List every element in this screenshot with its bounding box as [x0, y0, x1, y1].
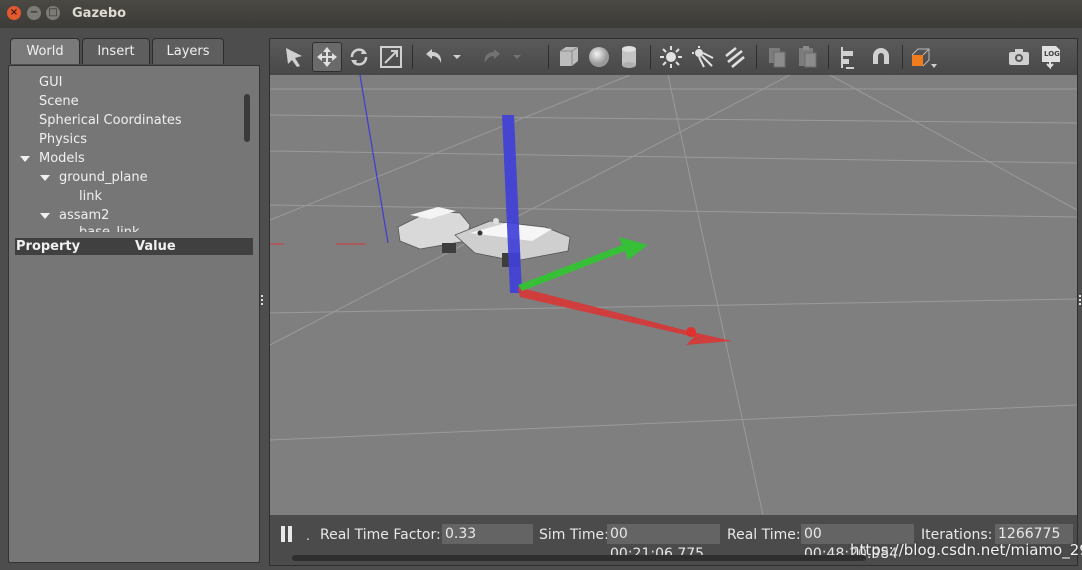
- main-area: World Insert Layers GUI Scene Spherical …: [0, 28, 1082, 570]
- world-panel: GUI Scene Spherical Coordinates Physics …: [8, 65, 260, 563]
- left-splitter-handle[interactable]: [260, 294, 264, 306]
- render-viewport[interactable]: LOG . Real Time Factor: 0.33 Sim Time: 0…: [269, 38, 1078, 566]
- spot-light-icon[interactable]: [688, 42, 718, 72]
- select-arrow-icon[interactable]: [280, 42, 310, 72]
- log-icon[interactable]: LOG: [1036, 42, 1066, 72]
- wheel: [442, 243, 456, 253]
- tab-insert[interactable]: Insert: [82, 38, 150, 64]
- tree-item-spherical-coordinates[interactable]: Spherical Coordinates: [39, 111, 182, 130]
- expand-arrow-icon[interactable]: [40, 213, 50, 219]
- tree-item-base-link[interactable]: base_link: [79, 223, 139, 232]
- view-angle-icon[interactable]: [908, 42, 938, 72]
- step-indicator[interactable]: .: [306, 529, 310, 543]
- toolbar-separator: [756, 45, 757, 69]
- translate-icon[interactable]: [312, 42, 342, 72]
- 3d-scene[interactable]: [270, 75, 1077, 515]
- toolbar-separator: [548, 45, 549, 69]
- pause-icon[interactable]: [280, 525, 294, 547]
- maximize-window-button[interactable]: □: [46, 6, 60, 20]
- close-window-button[interactable]: ×: [7, 6, 21, 20]
- redo-icon[interactable]: [478, 42, 508, 72]
- box-icon[interactable]: [554, 42, 584, 72]
- cylinder-icon[interactable]: [614, 42, 644, 72]
- scale-icon[interactable]: [376, 42, 406, 72]
- toolbar-separator: [650, 45, 651, 69]
- watermark: https://blog.csdn.net/miamo_29: [850, 541, 1082, 559]
- real-time-factor-label: Real Time Factor:: [320, 527, 441, 543]
- tab-world[interactable]: World: [10, 38, 80, 64]
- point-light-icon[interactable]: [656, 42, 686, 72]
- tree-item-physics[interactable]: Physics: [39, 130, 87, 149]
- tree-scrollbar[interactable]: [244, 94, 250, 142]
- status-scrollbar[interactable]: [292, 555, 866, 561]
- right-splitter-handle[interactable]: [1078, 294, 1082, 306]
- property-column-header: Property: [16, 239, 81, 254]
- property-header: Property Value: [15, 238, 253, 255]
- real-time-factor-value: 0.33: [442, 524, 533, 544]
- undo-dropdown-icon[interactable]: [450, 42, 464, 72]
- undo-icon[interactable]: [418, 42, 448, 72]
- tree-item-models[interactable]: Models: [39, 149, 85, 168]
- sim-time-value: 00 00:21:06.775: [607, 524, 720, 562]
- snap-icon[interactable]: [866, 42, 896, 72]
- tree-item-ground-plane[interactable]: ground_plane: [59, 168, 148, 187]
- expand-arrow-icon[interactable]: [20, 156, 30, 162]
- expand-arrow-icon[interactable]: [40, 175, 50, 181]
- copy-icon[interactable]: [762, 42, 792, 72]
- tree-item-link[interactable]: link: [79, 187, 102, 206]
- real-time-label: Real Time:: [727, 527, 801, 543]
- toolbar-separator: [412, 45, 413, 69]
- sim-time-label: Sim Time:: [539, 527, 609, 543]
- rotate-icon[interactable]: [344, 42, 374, 72]
- toolbar: LOG: [270, 39, 1077, 75]
- value-column-header: Value: [135, 239, 176, 254]
- paste-icon[interactable]: [792, 42, 822, 72]
- toolbar-separator: [828, 45, 829, 69]
- toolbar-separator: [902, 45, 903, 69]
- window-title: Gazebo: [72, 6, 127, 21]
- sphere-icon[interactable]: [584, 42, 614, 72]
- align-icon[interactable]: [834, 42, 864, 72]
- tree-item-gui[interactable]: GUI: [39, 73, 62, 92]
- redo-dropdown-icon[interactable]: [510, 42, 524, 72]
- screenshot-icon[interactable]: [1004, 42, 1034, 72]
- directional-light-icon[interactable]: [720, 42, 750, 72]
- log-label: LOG: [1044, 50, 1060, 58]
- title-bar: × − □ Gazebo: [0, 0, 1082, 28]
- tree-item-scene[interactable]: Scene: [39, 92, 79, 111]
- minimize-window-button[interactable]: −: [27, 6, 41, 20]
- tab-layers[interactable]: Layers: [152, 38, 224, 64]
- world-tree: GUI Scene Spherical Coordinates Physics …: [11, 68, 241, 232]
